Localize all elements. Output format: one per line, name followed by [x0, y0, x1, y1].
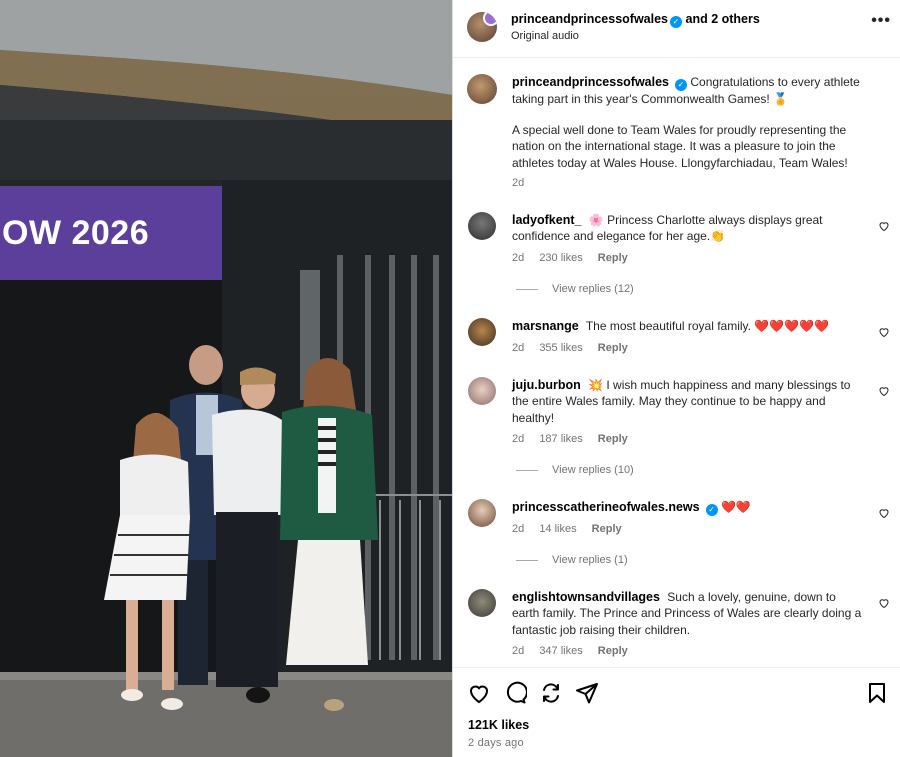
comment-likes[interactable]: 187 likes — [539, 433, 582, 445]
verified-icon: ✓ — [675, 79, 688, 91]
commenter-username[interactable]: ladyofkent_ — [512, 213, 581, 227]
view-replies-button[interactable]: View replies (10) — [516, 464, 634, 476]
comment-time: 2d — [512, 523, 525, 535]
games-sign: OW 2026 — [0, 186, 222, 280]
heart-icon[interactable] — [878, 507, 890, 519]
likes-count[interactable]: 121K likes — [468, 718, 529, 732]
view-replies-button[interactable]: View replies (1) — [516, 554, 628, 566]
comment-text: The most beautiful royal family. ❤️❤️❤️❤… — [585, 319, 830, 333]
send-icon[interactable] — [575, 681, 599, 705]
divider — [516, 469, 538, 471]
caption-time: 2d — [512, 177, 525, 189]
post-photo[interactable]: OW 2026 — [0, 0, 452, 757]
coauthors-link[interactable]: and 2 others — [686, 12, 760, 26]
post-details-panel: princeandprincessofwales ✓ and 2 others O… — [452, 0, 900, 757]
divider — [516, 288, 538, 290]
reply-button[interactable]: Reply — [598, 252, 628, 264]
comment-text: ❤️❤️ — [720, 500, 751, 514]
heart-icon[interactable] — [878, 597, 890, 609]
more-options-icon[interactable]: ••• — [871, 12, 891, 30]
divider — [516, 559, 538, 561]
commenter-avatar[interactable] — [468, 318, 496, 346]
view-replies-label: View replies (12) — [552, 283, 634, 295]
reply-button[interactable]: Reply — [598, 645, 628, 657]
comment-time: 2d — [512, 342, 525, 354]
comment-likes[interactable]: 347 likes — [539, 645, 582, 657]
caption-text-2: A special well done to Team Wales for pr… — [512, 123, 848, 170]
commenter-avatar[interactable] — [468, 499, 496, 527]
commenter-username[interactable]: marsnange — [512, 319, 579, 333]
view-replies-label: View replies (1) — [552, 554, 628, 566]
post-timestamp: 2 days ago — [468, 737, 524, 749]
verified-icon: ✓ — [705, 504, 718, 516]
action-bar: 121K likes 2 days ago — [453, 667, 900, 757]
heart-icon[interactable] — [878, 326, 890, 338]
heart-icon[interactable] — [467, 681, 491, 705]
caption-avatar[interactable] — [467, 74, 497, 104]
comment-likes[interactable]: 230 likes — [539, 252, 582, 264]
comment-time: 2d — [512, 645, 525, 657]
post-header: princeandprincessofwales ✓ and 2 others O… — [453, 0, 900, 58]
reply-button[interactable]: Reply — [598, 342, 628, 354]
share-icon[interactable] — [539, 681, 563, 705]
commenter-username[interactable]: juju.burbon — [512, 378, 581, 392]
comment-likes[interactable]: 14 likes — [539, 523, 576, 535]
commenter-avatar[interactable] — [468, 589, 496, 617]
commenter-avatar[interactable] — [468, 377, 496, 405]
comment-likes[interactable]: 355 likes — [539, 342, 582, 354]
heart-icon[interactable] — [878, 385, 890, 397]
comment-time: 2d — [512, 433, 525, 445]
heart-icon[interactable] — [878, 220, 890, 232]
commenter-username[interactable]: englishtownsandvillages — [512, 590, 660, 604]
photo-scene — [0, 0, 452, 757]
comment-icon[interactable] — [503, 681, 527, 705]
bookmark-icon[interactable] — [865, 681, 889, 705]
reply-button[interactable]: Reply — [592, 523, 622, 535]
caption-username[interactable]: princeandprincessofwales — [512, 75, 669, 89]
view-replies-label: View replies (10) — [552, 464, 634, 476]
comment-time: 2d — [512, 252, 525, 264]
verified-icon: ✓ — [670, 16, 683, 28]
author-username[interactable]: princeandprincessofwales — [511, 12, 668, 26]
commenter-avatar[interactable] — [468, 212, 496, 240]
author-line: princeandprincessofwales ✓ and 2 others — [511, 12, 760, 28]
audio-label[interactable]: Original audio — [511, 30, 579, 42]
reply-button[interactable]: Reply — [598, 433, 628, 445]
commenter-username[interactable]: princesscatherineofwales.news — [512, 500, 700, 514]
view-replies-button[interactable]: View replies (12) — [516, 283, 634, 295]
author-avatar[interactable] — [467, 12, 497, 42]
